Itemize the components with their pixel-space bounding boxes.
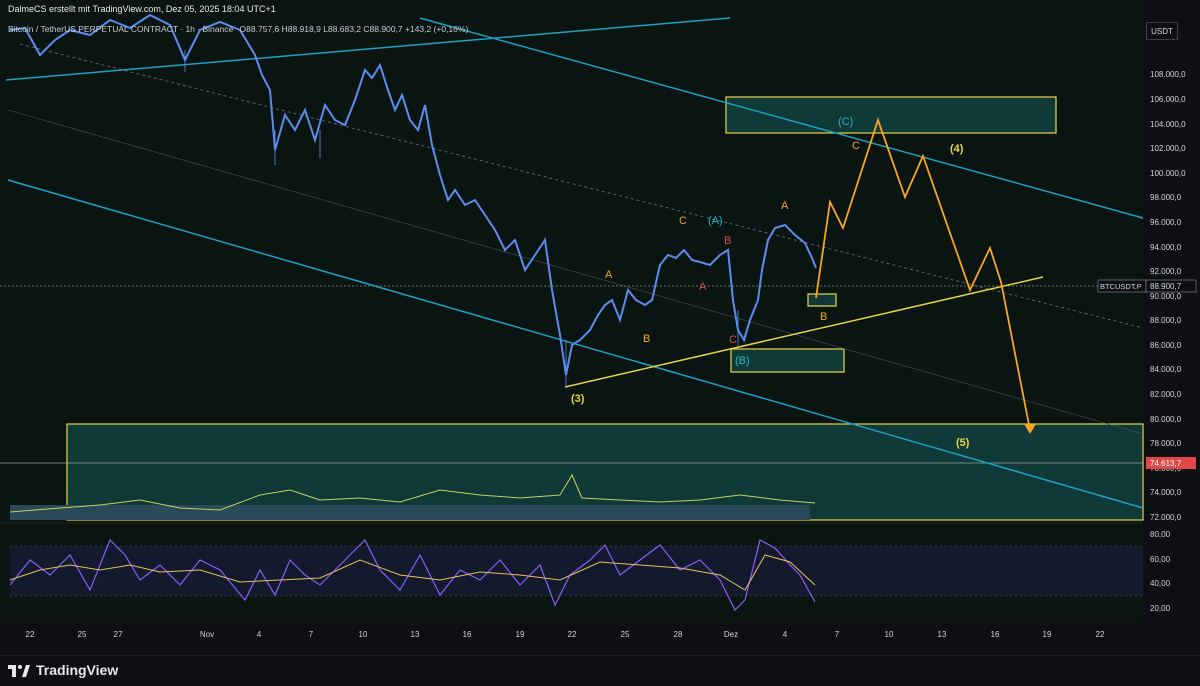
time-tick: 19 [1043, 630, 1052, 639]
label-c3: C [852, 140, 860, 152]
tradingview-brand: TradingView [36, 662, 119, 678]
label-a2: A [699, 281, 707, 293]
time-tick: 4 [257, 630, 262, 639]
price-wicks [184, 50, 739, 388]
label-w5: (5) [956, 437, 970, 449]
symbol-name[interactable]: Bitcoin / TetherUS PERPETUAL CONTRACT · … [8, 24, 233, 34]
label-wc: (C) [838, 116, 853, 128]
time-tick: 19 [516, 630, 525, 639]
chart-svg[interactable]: (3) (4) (5) (A) (B) (C) A B C A B C A B … [0, 0, 1200, 655]
time-tick: 22 [26, 630, 35, 639]
time-tick: Nov [200, 630, 214, 639]
price-tick: 78.000,0 [1150, 439, 1182, 448]
forecast-orange [815, 117, 1031, 431]
price-tick: 86.000,0 [1150, 341, 1182, 350]
label-a3: A [781, 200, 789, 212]
volume-bars [10, 505, 810, 520]
label-b2: B [724, 235, 731, 247]
price-tick: 98.000,0 [1150, 193, 1182, 202]
time-tick: 13 [411, 630, 420, 639]
time-tick: Dez [724, 630, 738, 639]
price-tick: 84.000,0 [1150, 365, 1182, 374]
level-tag-text: 74.613,7 [1150, 459, 1182, 468]
footer: TradingView [0, 655, 1200, 686]
price-tick: 88.000,0 [1150, 316, 1182, 325]
label-w3: (3) [571, 393, 585, 405]
label-c2: C [729, 334, 737, 346]
price-tick: 104.000,0 [1150, 120, 1186, 129]
time-tick: 10 [359, 630, 368, 639]
time-tick: 13 [938, 630, 947, 639]
time-tick: 16 [463, 630, 472, 639]
time-tick: 22 [1096, 630, 1105, 639]
price-tick: 100.000,0 [1150, 169, 1186, 178]
chart-area[interactable]: (3) (4) (5) (A) (B) (C) A B C A B C A B … [0, 0, 1200, 655]
target-box-c [725, 96, 1057, 134]
time-tick: 7 [835, 630, 840, 639]
price-tick: 106.000,0 [1150, 95, 1186, 104]
time-tick: 25 [621, 630, 630, 639]
time-tick: 7 [309, 630, 314, 639]
time-tick: 28 [674, 630, 683, 639]
time-tick: 22 [568, 630, 577, 639]
time-tick: 25 [78, 630, 87, 639]
channel-inner [7, 109, 1144, 435]
price-tick: 80.000,0 [1150, 415, 1182, 424]
price-tick: 102.000,0 [1150, 144, 1186, 153]
label-b1: B [643, 333, 650, 345]
label-wb: (B) [735, 355, 750, 367]
price-tag-text: 88.900,7 [1150, 282, 1182, 291]
channel-midlines [19, 43, 1144, 329]
time-tick: 4 [783, 630, 788, 639]
label-a1: A [605, 269, 613, 281]
attribution: DalmeCS erstellt mit TradingView.com, De… [8, 4, 276, 14]
tradingview-logo-icon [8, 665, 30, 677]
rsi-tick: 20,00 [1150, 604, 1171, 613]
label-wa: (A) [708, 215, 723, 227]
price-tick: 108.000,0 [1150, 70, 1186, 79]
ohlc-values: O88.757,6 H88.918,9 L88.683,2 C88.900,7 … [239, 24, 469, 34]
currency-button[interactable]: USDT [1146, 22, 1178, 40]
tradingview-logo[interactable]: TradingView [8, 662, 118, 678]
price-tick: 82.000,0 [1150, 390, 1182, 399]
time-tick: 16 [991, 630, 1000, 639]
symbol-info: Bitcoin / TetherUS PERPETUAL CONTRACT · … [8, 24, 472, 34]
price-tick: 92.000,0 [1150, 267, 1182, 276]
label-w4: (4) [950, 143, 964, 155]
label-c1: C [679, 215, 687, 227]
small-box-b [807, 293, 837, 307]
price-tick: 72.000,0 [1150, 513, 1182, 522]
symbol-tag-text: BTCUSDT.P [1100, 282, 1142, 291]
price-tick: 90.000,0 [1150, 292, 1182, 301]
price-tick: 94.000,0 [1150, 243, 1182, 252]
rsi-tick: 80,00 [1150, 530, 1171, 539]
time-tick: 10 [885, 630, 894, 639]
label-b3: B [820, 311, 827, 323]
price-tick: 74.000,0 [1150, 488, 1182, 497]
price-tick: 96.000,0 [1150, 218, 1182, 227]
rsi-tick: 60,00 [1150, 555, 1171, 564]
time-tick: 27 [114, 630, 123, 639]
rsi-tick: 40,00 [1150, 579, 1171, 588]
